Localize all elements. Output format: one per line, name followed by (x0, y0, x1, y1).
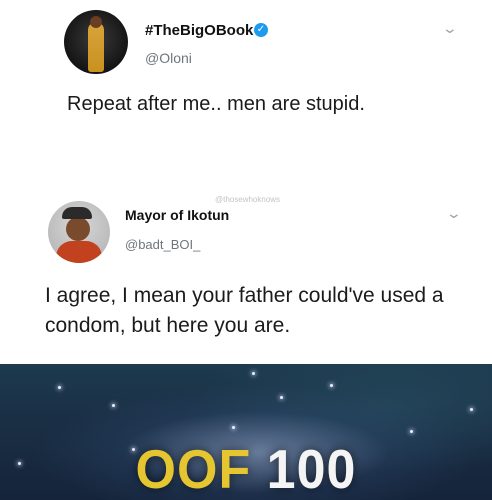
verified-badge-icon: ✓ (254, 23, 268, 37)
avatar[interactable] (64, 10, 128, 74)
tweet-original: #TheBigOBook ✓ @Oloni ⌄ Repeat after me.… (0, 0, 492, 170)
star (410, 430, 413, 433)
display-name[interactable]: #TheBigOBook (145, 22, 253, 39)
avatar[interactable] (48, 201, 110, 263)
avatar-figure (88, 22, 104, 72)
tweet-reply: @thosewhoknows Mayor of Ikotun @badt_BOI… (0, 185, 492, 375)
tweet-text: I agree, I mean your father could've use… (45, 284, 444, 337)
avatar-cap (62, 207, 92, 219)
meme-word-100: 100 (266, 439, 357, 500)
meme-image: OOF 100 (0, 364, 492, 500)
avatar-head (90, 16, 102, 28)
star (330, 384, 333, 387)
display-name[interactable]: Mayor of Ikotun (125, 207, 229, 223)
avatar-face (66, 217, 90, 241)
star (470, 408, 473, 411)
star (58, 386, 61, 389)
user-handle[interactable]: @badt_BOI_ (125, 237, 200, 252)
user-handle[interactable]: @Oloni (145, 50, 192, 66)
star (112, 404, 115, 407)
meme-caption: OOF 100 (0, 439, 492, 500)
meme-word-oof: OOF (135, 439, 252, 500)
star (280, 396, 283, 399)
chevron-down-icon[interactable]: ⌄ (442, 20, 458, 37)
watermark-text: @thosewhoknows (215, 195, 281, 204)
star (252, 372, 255, 375)
star (232, 426, 235, 429)
tweet-text: Repeat after me.. men are stupid. (67, 93, 365, 115)
avatar-shirt (56, 241, 102, 263)
chevron-down-icon[interactable]: ⌄ (446, 205, 462, 222)
